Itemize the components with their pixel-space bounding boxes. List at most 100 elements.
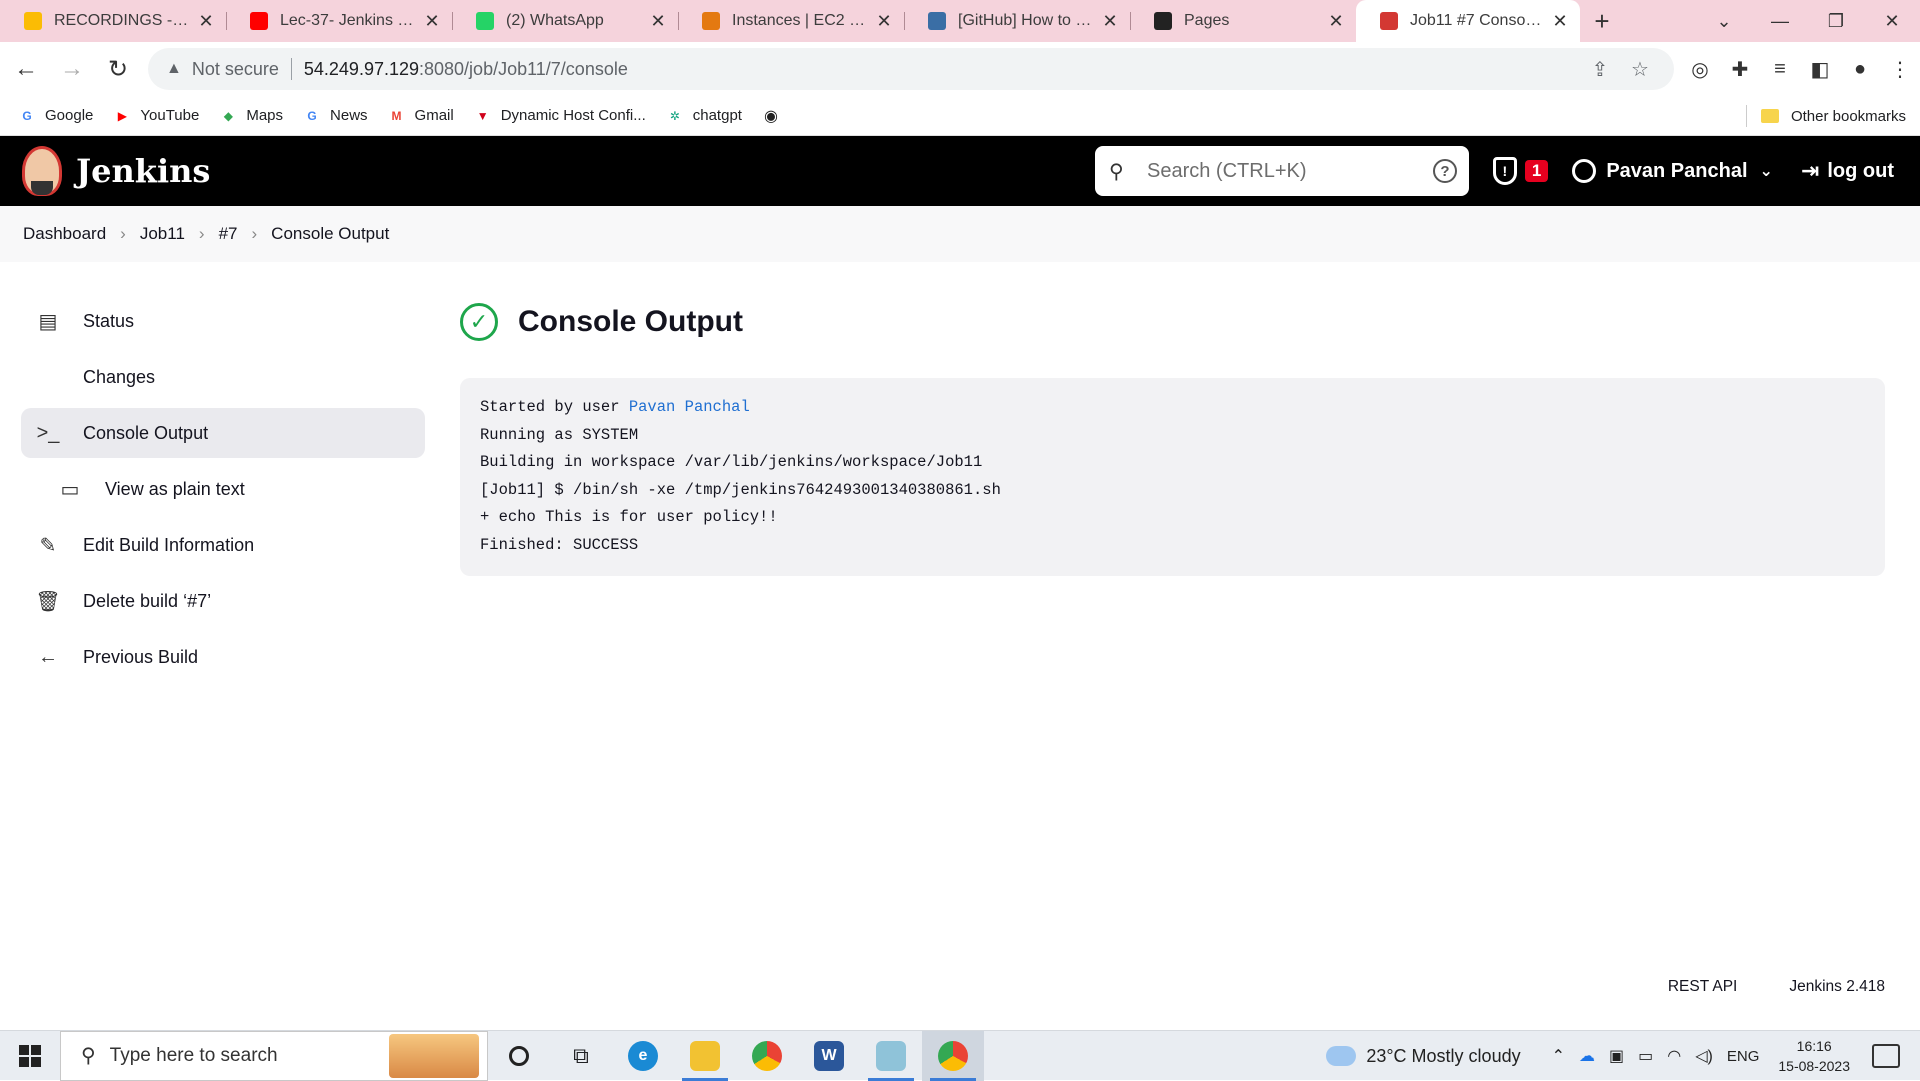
tab-title: [GitHub] How to delete xyxy=(958,12,1094,29)
side-menu-item[interactable]: >_ Console Output xyxy=(21,408,425,458)
task-view-button[interactable]: ⧉ xyxy=(550,1031,612,1081)
new-tab-button[interactable]: + xyxy=(1580,0,1624,42)
side-menu-item[interactable]: ▤ Status xyxy=(21,296,425,346)
taskbar-chrome-active[interactable] xyxy=(922,1030,984,1081)
bookmark-label: YouTube xyxy=(140,107,200,124)
clock-date: 15-08-2023 xyxy=(1778,1058,1850,1074)
taskbar-file-explorer[interactable] xyxy=(674,1031,736,1081)
extensions-puzzle-icon[interactable]: ✚ xyxy=(1720,49,1760,89)
search-input[interactable] xyxy=(1147,159,1433,183)
side-menu-item[interactable]: ▭ View as plain text xyxy=(21,464,425,514)
help-icon[interactable]: ? xyxy=(1433,159,1457,183)
minimize-button[interactable]: — xyxy=(1752,0,1808,42)
browser-tab[interactable]: RECORDINGS - Google Drive ✕ xyxy=(0,0,226,42)
extension-colorful-icon[interactable]: ◎ xyxy=(1680,49,1720,89)
chevron-right-icon: › xyxy=(120,224,126,243)
side-panel-icon[interactable]: ◧ xyxy=(1800,49,1840,89)
close-icon[interactable]: ✕ xyxy=(874,11,894,32)
close-icon[interactable]: ✕ xyxy=(196,11,216,32)
console-lines: Running as SYSTEM Building in workspace … xyxy=(480,426,1001,554)
code-icon xyxy=(35,364,61,390)
share-icon[interactable]: ⇪ xyxy=(1580,57,1620,82)
bookmark-item[interactable]: ▼ Dynamic Host Confi... xyxy=(474,107,646,125)
breadcrumb-build[interactable]: #7 xyxy=(219,224,238,244)
battery-icon[interactable]: ▭ xyxy=(1638,1046,1653,1066)
taskbar-app[interactable] xyxy=(860,1031,922,1081)
close-icon[interactable]: ✕ xyxy=(648,11,668,32)
browser-tab[interactable]: Job11 #7 Console [Jenkins] ✕ xyxy=(1356,0,1580,42)
console-line: [Job11] $ /bin/sh -xe /tmp/jenkins764249… xyxy=(480,480,1001,499)
tab-search-icon[interactable]: ⌄ xyxy=(1696,0,1752,42)
bookmark-label: Gmail xyxy=(414,107,454,124)
browser-tab[interactable]: Instances | EC2 Management ✕ xyxy=(678,0,904,42)
youtube-icon: ▶ xyxy=(117,108,127,123)
bookmark-star-icon[interactable]: ☆ xyxy=(1620,57,1660,82)
side-menu-item[interactable]: 🗑 Delete build ‘#7’ xyxy=(21,576,425,626)
taskbar-search[interactable]: ⚲ Type here to search xyxy=(60,1030,488,1081)
browser-tab[interactable]: [GitHub] How to delete ✕ xyxy=(904,0,1130,42)
cortana-button[interactable] xyxy=(488,1031,550,1081)
media-controls-icon[interactable]: ≡ xyxy=(1760,49,1800,89)
security-shield-icon[interactable]: ! xyxy=(1492,157,1517,185)
onedrive-icon[interactable]: ☁ xyxy=(1579,1046,1595,1066)
address-bar[interactable]: ▲ Not secure 54.249.97.129:8080/job/Job1… xyxy=(148,48,1674,90)
bookmark-item[interactable]: ▶ YouTube xyxy=(113,107,200,125)
chatgpt-icon: ✲ xyxy=(669,108,680,123)
language-indicator[interactable]: ENG xyxy=(1727,1048,1760,1065)
chevron-down-icon[interactable]: ⌄ xyxy=(1760,161,1773,181)
url-text[interactable]: 54.249.97.129:8080/job/Job11/7/console xyxy=(304,59,1580,80)
breadcrumb-job[interactable]: Job11 xyxy=(140,224,185,244)
security-badge[interactable]: 1 xyxy=(1524,160,1549,182)
back-button[interactable]: ← xyxy=(6,49,46,89)
wifi-icon[interactable]: ◠ xyxy=(1667,1046,1681,1066)
profile-avatar[interactable]: ● xyxy=(1840,49,1880,89)
forward-button[interactable]: → xyxy=(52,49,92,89)
taskbar-chrome[interactable] xyxy=(736,1031,798,1081)
user-name-link[interactable]: Pavan Panchal xyxy=(1606,160,1747,183)
other-bookmarks[interactable]: Other bookmarks xyxy=(1745,96,1906,136)
search-icon: ⚲ xyxy=(1109,160,1124,183)
reload-button[interactable]: ↻ xyxy=(98,49,138,89)
browser-tab[interactable]: Pages ✕ xyxy=(1130,0,1356,42)
weather-text: 23°C Mostly cloudy xyxy=(1366,1045,1521,1066)
close-window-button[interactable]: ✕ xyxy=(1864,0,1920,42)
side-menu-item[interactable]: ← Previous Build xyxy=(21,632,425,682)
side-menu-label: Previous Build xyxy=(83,646,199,667)
console-user-link[interactable]: Pavan Panchal xyxy=(629,398,750,416)
bookmark-item[interactable]: G Google xyxy=(18,107,93,125)
whatsapp-icon xyxy=(476,12,494,30)
breadcrumb-console[interactable]: Console Output xyxy=(271,224,389,244)
close-icon[interactable]: ✕ xyxy=(1326,11,1346,32)
browser-tab[interactable]: (2) WhatsApp ✕ xyxy=(452,0,678,42)
bookmark-item[interactable]: ◆ Maps xyxy=(219,107,283,125)
jenkins-home-link[interactable]: Jenkins xyxy=(22,146,210,196)
close-icon[interactable]: ✕ xyxy=(1550,11,1570,32)
side-menu-item[interactable]: Changes xyxy=(21,352,425,402)
jenkins-version-link[interactable]: Jenkins 2.418 xyxy=(1789,978,1885,996)
clock[interactable]: 16:16 15-08-2023 xyxy=(1778,1036,1850,1076)
taskbar-edge[interactable]: e xyxy=(612,1031,674,1081)
bookmark-item[interactable]: G News xyxy=(303,107,367,125)
taskbar-word[interactable]: W xyxy=(798,1031,860,1081)
weather-widget[interactable]: 23°C Mostly cloudy xyxy=(1326,1045,1521,1067)
breadcrumb-dashboard[interactable]: Dashboard xyxy=(23,224,106,244)
browser-menu-icon[interactable]: ⋮ xyxy=(1880,49,1920,89)
success-check-icon: ✓ xyxy=(460,303,498,341)
side-menu-item[interactable]: ✎ Edit Build Information xyxy=(21,520,425,570)
globe-bookmark[interactable]: ◉ xyxy=(762,107,789,125)
bookmark-label: Maps xyxy=(246,107,284,124)
start-button[interactable] xyxy=(0,1031,60,1081)
rest-api-link[interactable]: REST API xyxy=(1668,978,1738,996)
meet-icon[interactable]: ▣ xyxy=(1609,1046,1624,1066)
restore-button[interactable]: ❐ xyxy=(1808,0,1864,42)
browser-tab[interactable]: Lec-37- Jenkins and CI/CD ✕ xyxy=(226,0,452,42)
close-icon[interactable]: ✕ xyxy=(422,11,442,32)
bookmark-item[interactable]: ✲ chatgpt xyxy=(666,107,742,125)
bookmark-item[interactable]: M Gmail xyxy=(388,107,454,125)
logout-link[interactable]: log out xyxy=(1827,160,1894,183)
volume-icon[interactable]: ◁) xyxy=(1695,1046,1713,1066)
close-icon[interactable]: ✕ xyxy=(1100,11,1120,32)
notification-icon[interactable] xyxy=(1872,1044,1900,1068)
chevron-up-icon[interactable]: ⌃ xyxy=(1552,1046,1565,1066)
window-controls: ⌄ — ❐ ✕ xyxy=(1696,0,1920,42)
